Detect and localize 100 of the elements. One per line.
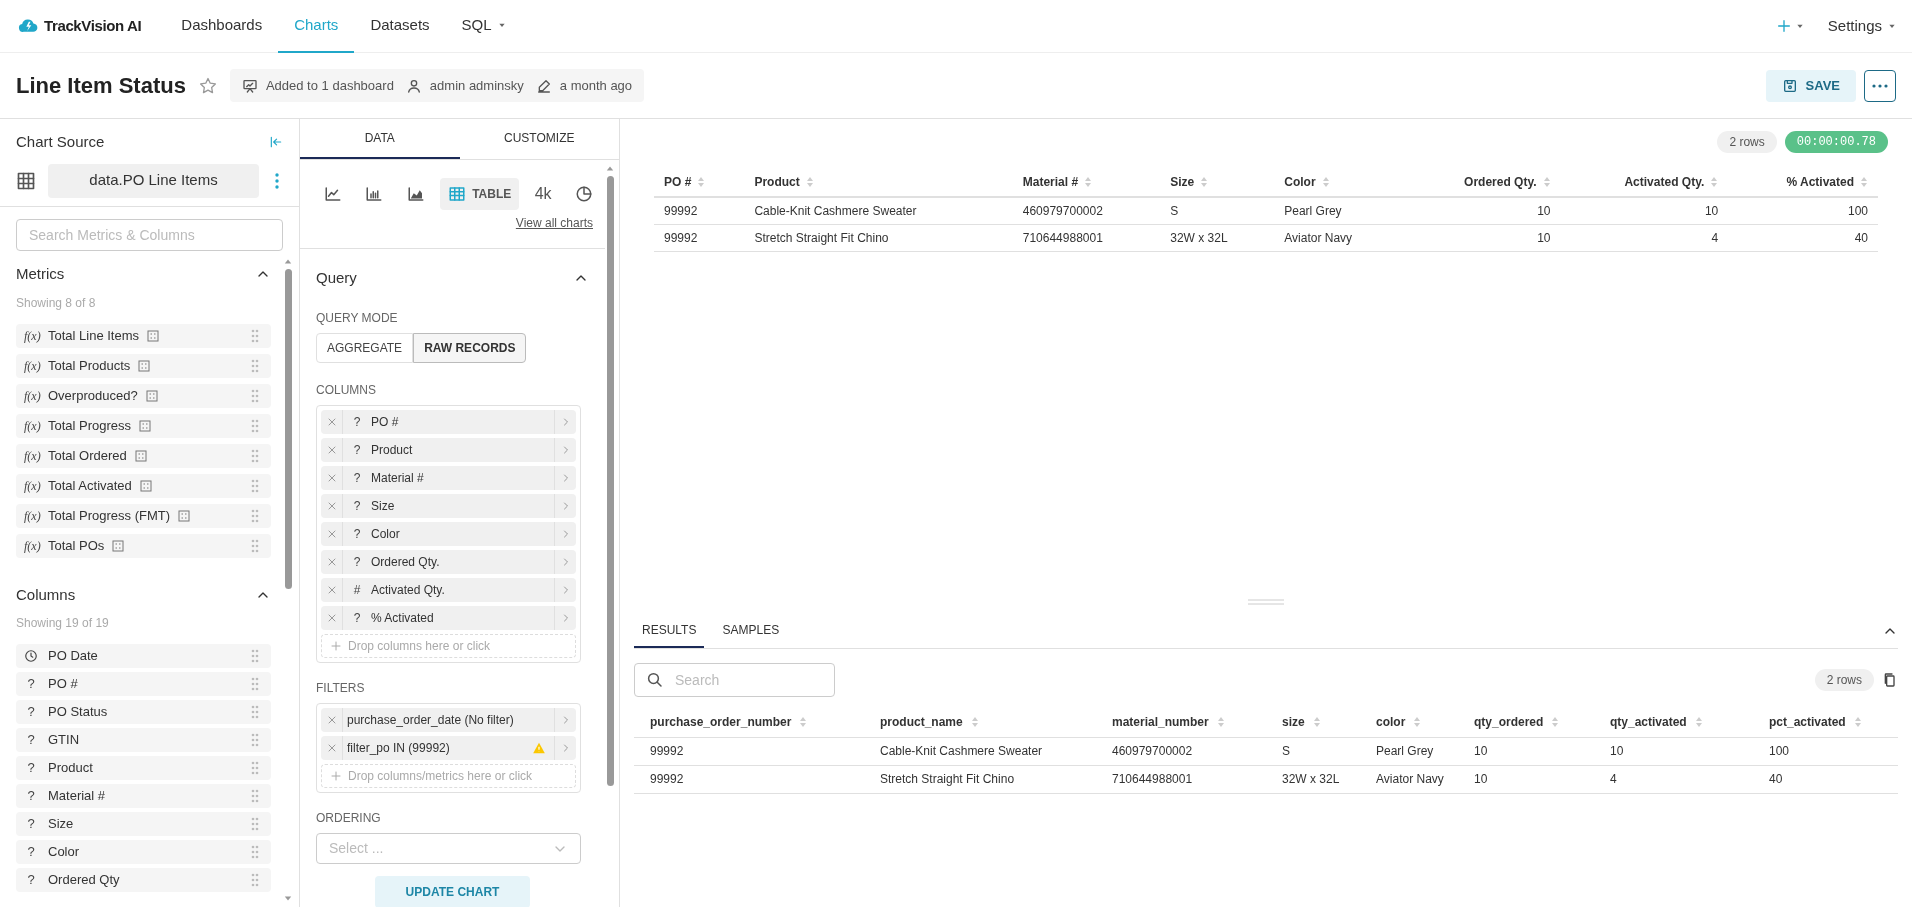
sort-icon[interactable] [1413,715,1422,728]
resize-grip-icon[interactable] [1248,599,1284,605]
add-button[interactable] [1775,18,1804,34]
chart-type-button[interactable]: 4k [526,178,560,210]
sort-icon[interactable] [799,715,808,728]
column-header[interactable]: purchase_order_number [634,707,864,737]
drag-handle-icon[interactable] [251,508,259,523]
scroll-up-icon[interactable] [606,164,614,172]
star-icon[interactable] [197,75,218,96]
sort-icon[interactable] [1853,715,1862,728]
metric-item[interactable]: f(x) Total POs [16,533,271,558]
search-field[interactable]: Search Metrics & Columns [16,219,283,251]
metric-item[interactable]: f(x) Total Activated [16,473,271,498]
scroll-up-icon[interactable] [284,257,292,265]
column-header[interactable]: qty_ordered [1458,707,1594,737]
sort-icon[interactable] [1084,175,1093,188]
sort-icon[interactable] [697,175,706,188]
more-options-button[interactable] [1864,69,1896,102]
column-header[interactable]: size [1266,707,1360,737]
drag-handle-icon[interactable] [251,873,259,887]
settings-menu[interactable]: Settings [1827,14,1896,38]
column-item[interactable]: ? PO # [16,672,271,696]
column-item[interactable]: ? Color [16,840,271,864]
drag-handle-icon[interactable] [251,328,259,343]
metric-item[interactable]: f(x) Total Ordered [16,443,271,468]
column-item[interactable]: ? Material # [16,784,271,808]
drag-handle-icon[interactable] [251,388,259,403]
column-header[interactable]: Activated Qty. [1560,167,1729,197]
sort-icon[interactable] [1216,715,1225,728]
modified-time[interactable]: a month ago [559,75,633,96]
column-chip[interactable]: ? % Activated [321,606,576,630]
drag-handle-icon[interactable] [251,733,259,747]
sort-icon[interactable] [1321,175,1330,188]
drag-handle-icon[interactable] [251,817,259,831]
column-header[interactable]: material_number [1096,707,1266,737]
owner-name[interactable]: admin adminsky [429,75,524,96]
query-mode-button[interactable]: RAW RECORDS [413,333,527,363]
sort-icon[interactable] [1551,715,1560,728]
query-mode-button[interactable]: AGGREGATE [316,333,414,363]
column-header[interactable]: % Activated [1728,167,1878,197]
column-header[interactable]: color [1360,707,1458,737]
column-item[interactable]: ? Product [16,756,271,780]
results-tab[interactable]: RESULTS [634,613,705,648]
drag-handle-icon[interactable] [251,418,259,433]
metric-item[interactable]: f(x) Total Products [16,353,271,378]
column-header[interactable]: Product [744,167,1013,197]
nav-tab[interactable]: SQL [445,0,522,53]
scroll-down-icon[interactable] [284,895,292,903]
column-item[interactable]: ? Ordered Qty [16,868,271,892]
column-chip[interactable]: ? Product [321,438,576,462]
nav-tab[interactable]: Datasets [354,0,446,53]
sort-icon[interactable] [1710,175,1719,188]
dataset-selector[interactable]: data.PO Line Items [48,163,259,198]
collapse-left-icon[interactable] [269,135,283,149]
scrollbar-thumb[interactable] [606,176,614,786]
column-header[interactable]: Ordered Qty. [1403,167,1561,197]
drag-handle-icon[interactable] [251,649,259,663]
metric-item[interactable]: f(x) Total Progress [16,413,271,438]
drag-handle-icon[interactable] [251,358,259,373]
drag-handle-icon[interactable] [251,448,259,463]
brand-name[interactable]: TrackVision AI [44,14,142,38]
copy-icon[interactable] [1882,672,1898,688]
drag-handle-icon[interactable] [251,705,259,719]
drag-handle-icon[interactable] [251,538,259,553]
view-all-charts-link[interactable]: View all charts [515,214,593,232]
search-field[interactable]: Search [634,663,835,697]
column-header[interactable]: pct_activated [1753,707,1898,737]
drag-handle-icon[interactable] [251,845,259,859]
column-header[interactable]: product_name [864,707,1096,737]
sort-icon[interactable] [1200,175,1209,188]
column-chip[interactable]: ? Color [321,522,576,546]
column-chip[interactable]: ? PO # [321,410,576,434]
save-button[interactable]: SAVE [1765,69,1856,102]
column-chip[interactable]: # Activated Qty. [321,578,576,602]
panel-tab[interactable]: CUSTOMIZE [459,119,619,159]
filter-chip[interactable]: purchase_order_date (No filter) [321,708,576,732]
scrollbar-thumb[interactable] [284,269,292,589]
metric-item[interactable]: f(x) Total Progress (FMT) [16,503,271,528]
metric-item[interactable]: f(x) Overproduced? [16,383,271,408]
sort-icon[interactable] [1312,715,1321,728]
sort-icon[interactable] [1860,175,1868,188]
drag-handle-icon[interactable] [251,478,259,493]
drag-handle-icon[interactable] [251,789,259,803]
sort-icon[interactable] [805,175,814,188]
chart-type-button[interactable]: TABLE [440,178,520,210]
sort-icon[interactable] [1542,175,1551,188]
column-header[interactable]: qty_activated [1594,707,1753,737]
column-item[interactable]: PO Date [16,644,271,668]
drag-handle-icon[interactable] [251,677,259,691]
update-chart-button[interactable]: UPDATE CHART [375,876,530,907]
column-item[interactable]: ? PO Status [16,700,271,724]
column-chip[interactable]: ? Ordered Qty. [321,550,576,574]
filter-chip[interactable]: filter_po IN (99992) [321,736,576,760]
drag-handle-icon[interactable] [251,761,259,775]
panel-tab[interactable]: DATA [300,119,460,159]
dashboard-link[interactable]: Added to 1 dashboard [265,75,394,96]
column-chip[interactable]: ? Size [321,494,576,518]
column-header[interactable]: Material # [1012,167,1161,197]
column-header[interactable]: PO # [654,167,745,197]
column-item[interactable]: ? GTIN [16,728,271,752]
